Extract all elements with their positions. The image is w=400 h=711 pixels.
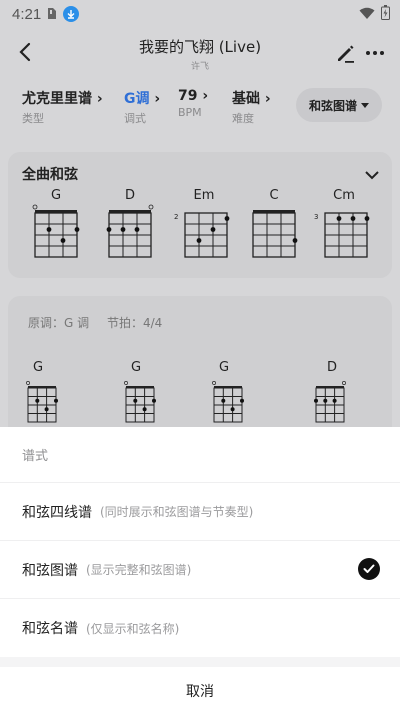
option-description: (仅显示和弦名称) xyxy=(86,621,180,636)
prop-key-value: G调 › xyxy=(124,91,161,107)
fretboard-d xyxy=(106,204,154,258)
option-description: (显示完整和弦图谱) xyxy=(86,563,192,577)
score-chord-4[interactable]: D xyxy=(314,360,354,430)
score-chord-1[interactable]: G xyxy=(26,360,66,430)
option-chord-diagram[interactable]: 和弦图谱 (显示完整和弦图谱) xyxy=(0,541,400,599)
download-icon xyxy=(63,6,80,22)
prop-bpm[interactable]: 79 › BPM xyxy=(178,88,208,119)
status-bar: 4:21 xyxy=(0,0,400,28)
all-chords-card: 全曲和弦 G D Em 2 C Cm 3 xyxy=(8,152,392,278)
nav-bar: 我要的飞翔 (Live) 许飞 xyxy=(0,28,400,78)
chord-diagram-g[interactable]: G xyxy=(30,186,82,266)
edit-pen-icon[interactable] xyxy=(334,42,356,64)
beat: 节拍：4/4 xyxy=(106,316,163,330)
option-chord-tab[interactable]: 和弦四线谱 (同时展示和弦图谱与节奏型) xyxy=(0,483,400,541)
caret-down-icon xyxy=(361,98,369,112)
chord-name-g: G xyxy=(50,188,62,203)
score-chord-2[interactable]: G xyxy=(124,360,164,430)
more-options-icon[interactable] xyxy=(364,42,386,64)
original-key: 原调：G 调 xyxy=(28,316,90,330)
prop-difficulty-value: 基础 › xyxy=(232,91,271,107)
prop-bpm-value: 79 › xyxy=(178,88,209,104)
chord-diagram-d[interactable]: D xyxy=(104,186,156,266)
score-chord-name-3: G xyxy=(218,360,230,375)
sim-icon xyxy=(47,5,57,24)
checkmark-icon xyxy=(358,558,380,580)
fretboard-cm: 3 xyxy=(314,212,370,258)
chord-name-c: C xyxy=(269,188,279,203)
option-label: 和弦四线谱 xyxy=(22,504,92,521)
chord-name-d: D xyxy=(124,188,135,203)
score-fretboard-2 xyxy=(124,381,156,423)
fretboard-c xyxy=(252,210,298,258)
prop-difficulty-label: 难度 xyxy=(232,112,254,125)
svg-text:3: 3 xyxy=(314,213,318,221)
fretboard-em: 2 xyxy=(174,212,230,258)
svg-text:2: 2 xyxy=(174,213,178,221)
prop-key-label: 调式 xyxy=(124,112,146,125)
fretboard-g xyxy=(32,204,80,258)
song-properties: 尤克里里谱 › 类型 G调 › 调式 79 › BPM 基础 › 难度 和弦图谱 xyxy=(0,84,400,134)
option-chord-name[interactable]: 和弦名谱 (仅显示和弦名称) xyxy=(0,599,400,657)
battery-icon xyxy=(381,4,390,24)
prop-type-value: 尤克里里谱 › xyxy=(22,91,103,107)
sheet-title: 谱式 xyxy=(0,427,400,483)
chord-name-em: Em xyxy=(193,188,215,203)
chord-name-cm: Cm xyxy=(333,188,355,203)
prop-key[interactable]: G调 › 调式 xyxy=(124,88,160,126)
cancel-button[interactable]: 取消 xyxy=(0,667,400,711)
sheet-style-bottom-sheet: 谱式 和弦四线谱 (同时展示和弦图谱与节奏型) 和弦图谱 (显示完整和弦图谱) … xyxy=(0,427,400,711)
sheet-type-button[interactable]: 和弦图谱 xyxy=(296,88,382,122)
option-label: 和弦名谱 xyxy=(22,621,78,637)
prop-difficulty[interactable]: 基础 › 难度 xyxy=(232,88,271,126)
chord-diagram-c[interactable]: C xyxy=(248,186,300,266)
sheet-type-button-label: 和弦图谱 xyxy=(308,98,357,113)
sheet-divider xyxy=(0,657,400,667)
score-fretboard-3 xyxy=(212,381,244,423)
score-meta: 原调：G 调 节拍：4/4 xyxy=(28,314,162,331)
chord-diagram-cm[interactable]: Cm 3 xyxy=(314,186,374,266)
all-chords-title: 全曲和弦 xyxy=(22,167,78,183)
status-time: 4:21 xyxy=(12,5,42,23)
score-chord-name-1: G xyxy=(32,360,44,375)
prop-bpm-label: BPM xyxy=(178,106,202,119)
chord-diagram-em[interactable]: Em 2 xyxy=(174,186,234,266)
score-chord-name-2: G xyxy=(130,360,142,375)
option-label: 和弦图谱 xyxy=(22,562,78,579)
option-description: (同时展示和弦图谱与节奏型) xyxy=(100,505,254,519)
prop-type[interactable]: 尤克里里谱 › 类型 xyxy=(22,88,103,126)
prop-type-label: 类型 xyxy=(22,112,44,125)
score-chord-name-4: D xyxy=(326,360,337,375)
score-chord-3[interactable]: G xyxy=(212,360,252,430)
wifi-icon xyxy=(359,5,375,24)
score-fretboard-4 xyxy=(314,381,346,423)
chevron-down-icon[interactable] xyxy=(364,166,380,180)
score-fretboard-1 xyxy=(26,381,58,423)
